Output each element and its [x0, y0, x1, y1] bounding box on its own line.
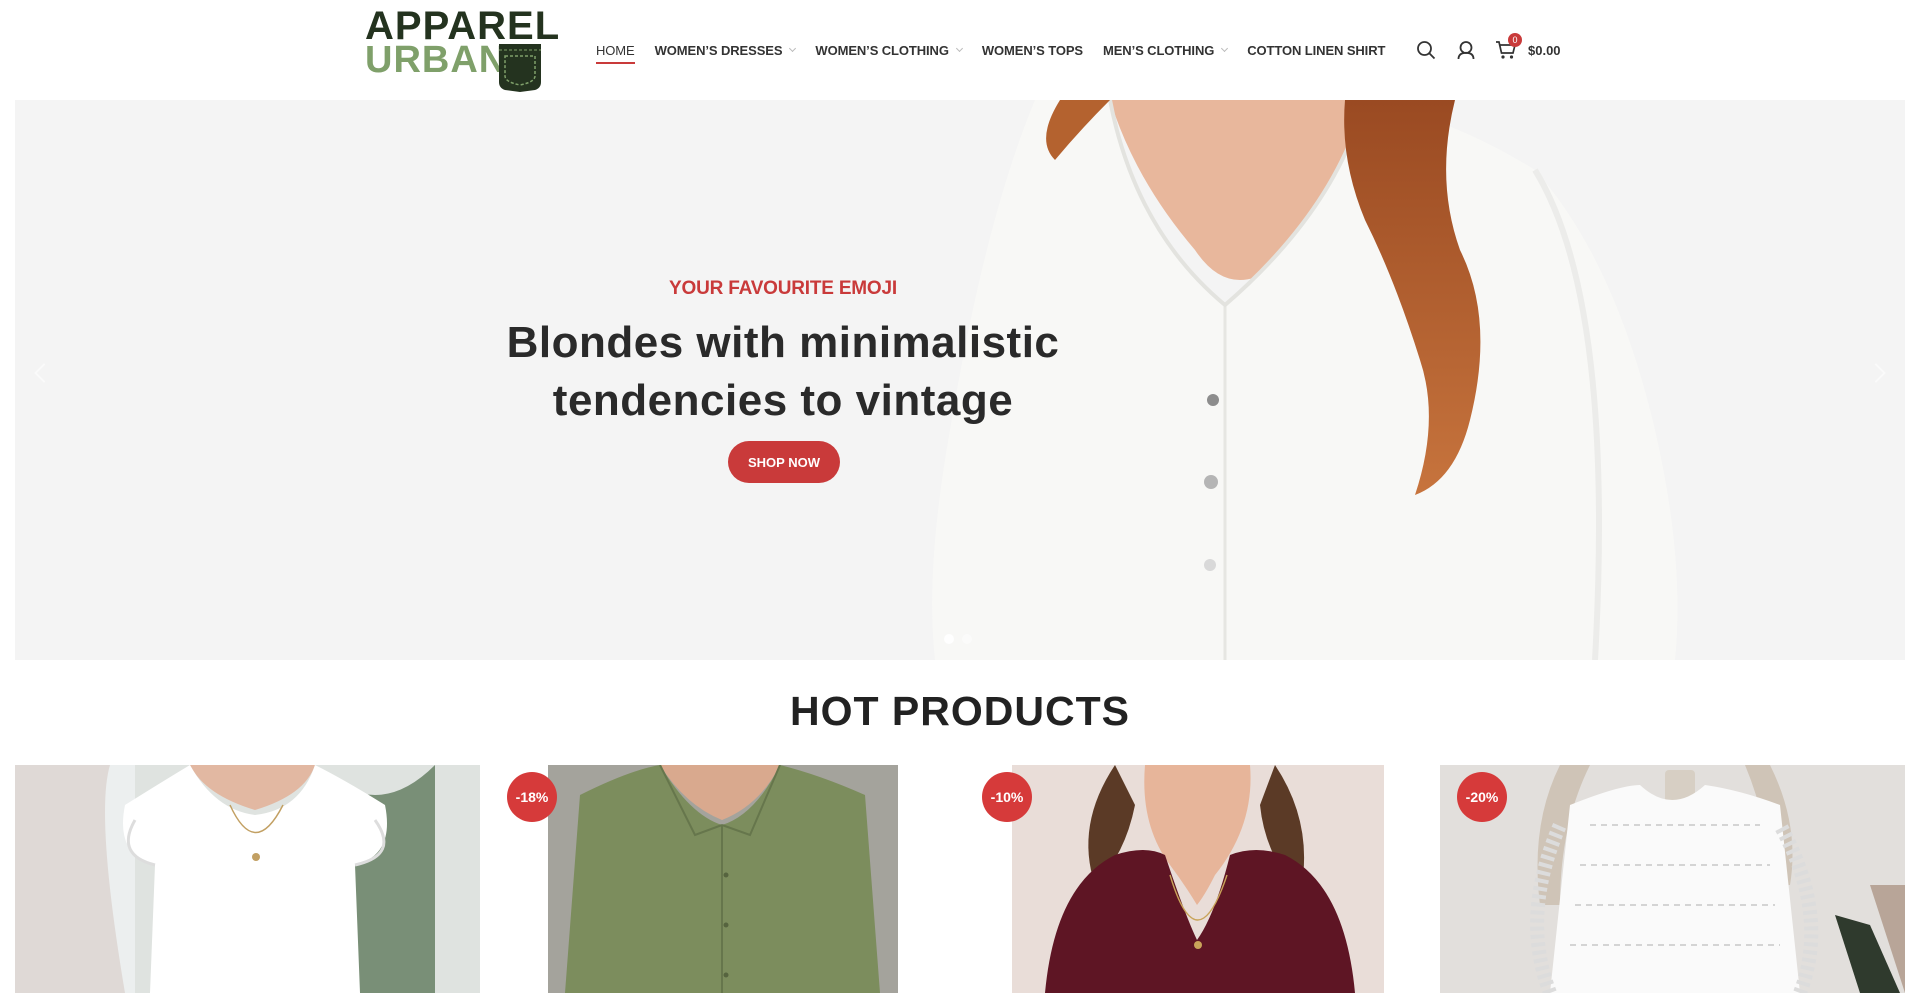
- hot-products-title: HOT PRODUCTS: [790, 688, 1130, 734]
- product-image: [965, 765, 1430, 993]
- site-header: APPAREL URBAN HOME WOMEN’S DRESSES WOMEN…: [0, 0, 1920, 100]
- cart-count-badge: 0: [1508, 33, 1522, 47]
- search-icon: [1417, 41, 1436, 60]
- nav-label: WOMEN’S TOPS: [981, 42, 1083, 58]
- chevron-down-icon: [1221, 44, 1229, 52]
- chevron-down-icon: [955, 44, 963, 52]
- hero-slider: YOUR FAVOURITE EMOJI Blondes with minima…: [15, 100, 1905, 660]
- hero-title-line: Blondes with minimalistic: [506, 318, 1060, 367]
- search-button[interactable]: [1406, 36, 1446, 64]
- product-card[interactable]: -18%: [490, 765, 955, 993]
- jeans-pocket-icon: [499, 44, 541, 92]
- hero-title: Blondes with minimalistic tendencies to …: [15, 314, 1551, 430]
- nav-item-mens-clothing[interactable]: MEN’S CLOTHING: [1102, 42, 1229, 58]
- user-icon: [1457, 41, 1475, 60]
- slider-dot[interactable]: [962, 634, 972, 644]
- nav-label: WOMEN’S CLOTHING: [815, 42, 949, 58]
- product-card[interactable]: [15, 765, 480, 993]
- nav-label: MEN’S CLOTHING: [1102, 42, 1215, 58]
- nav-item-womens-tops[interactable]: WOMEN’S TOPS: [982, 43, 1083, 58]
- cart-total[interactable]: $0.00: [1528, 43, 1561, 58]
- header-tools: 0 $0.00: [1406, 33, 1561, 64]
- chevron-down-icon: [789, 44, 797, 52]
- nav-item-home[interactable]: HOME: [596, 42, 635, 64]
- product-grid: -18% -10% -20%: [15, 765, 1905, 993]
- logo-text-bottom: URBAN: [365, 39, 508, 81]
- account-button[interactable]: [1446, 36, 1486, 64]
- product-card[interactable]: -10%: [965, 765, 1430, 993]
- cart-button[interactable]: 0: [1486, 33, 1526, 64]
- sale-badge: -18%: [507, 772, 557, 822]
- nav-label: WOMEN’S DRESSES: [654, 42, 783, 58]
- main-navigation: HOME WOMEN’S DRESSES WOMEN’S CLOTHING WO…: [596, 38, 1405, 64]
- product-image: [1440, 765, 1905, 993]
- shop-now-button[interactable]: SHOP NOW: [728, 441, 840, 483]
- product-image: [15, 765, 480, 993]
- slider-pagination: [944, 634, 980, 644]
- nav-item-womens-clothing[interactable]: WOMEN’S CLOTHING: [815, 42, 963, 58]
- sale-badge: -20%: [1457, 772, 1507, 822]
- hero-title-line: tendencies to vintage: [552, 376, 1014, 425]
- nav-label: HOME: [596, 42, 635, 58]
- nav-label: COTTON LINEN SHIRT: [1247, 42, 1386, 58]
- sale-badge: -10%: [982, 772, 1032, 822]
- nav-item-womens-dresses[interactable]: WOMEN’S DRESSES: [654, 42, 797, 58]
- product-card[interactable]: -20%: [1440, 765, 1905, 993]
- slider-dot-active[interactable]: [944, 634, 954, 644]
- nav-item-cotton-linen-shirt[interactable]: COTTON LINEN SHIRT: [1247, 43, 1385, 58]
- hero-subtitle: YOUR FAVOURITE EMOJI: [669, 278, 897, 299]
- brand-logo[interactable]: APPAREL URBAN: [365, 6, 559, 92]
- product-image: [490, 765, 955, 993]
